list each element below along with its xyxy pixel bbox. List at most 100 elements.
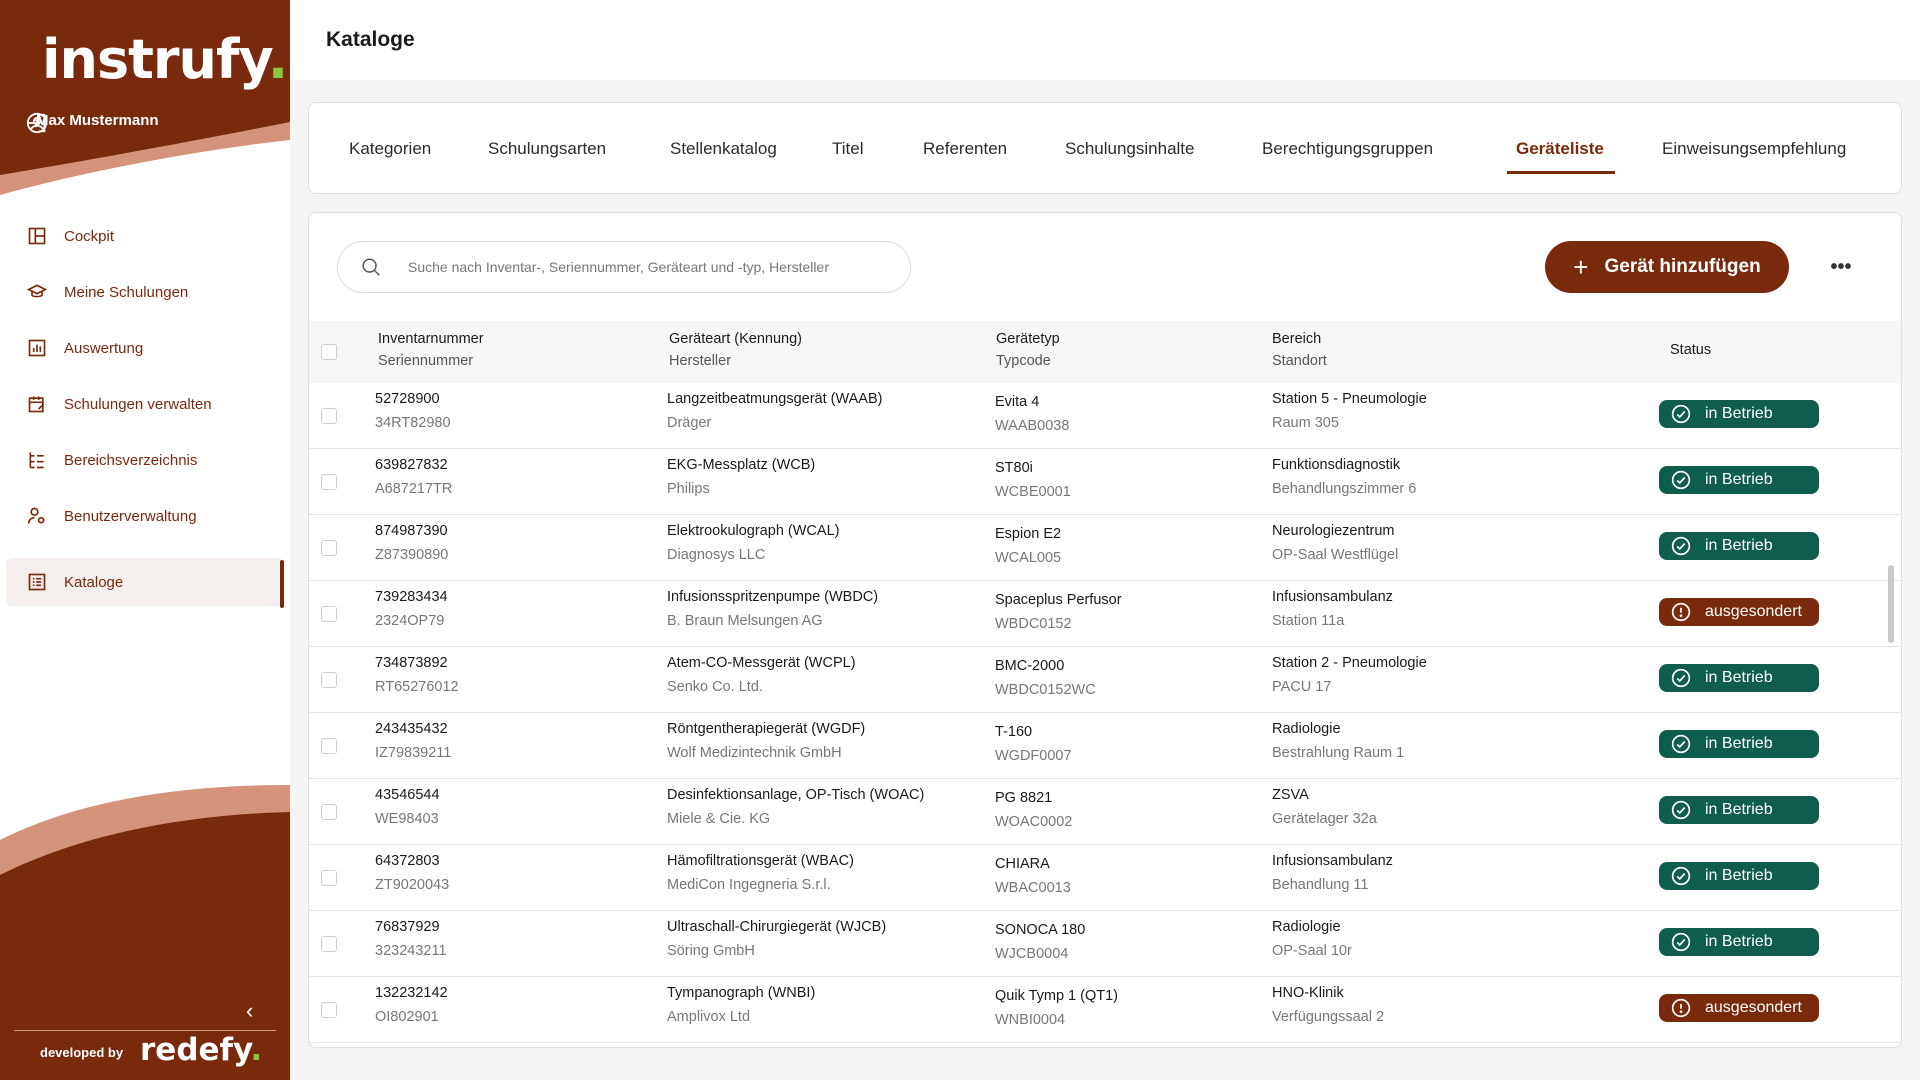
location: PACU 17 xyxy=(1272,679,1332,695)
table-row[interactable]: 739283434 2324OP79 Infusionsspritzenpumpe … xyxy=(309,581,1901,647)
sidebar-item-meine-schulungen[interactable]: Meine Schulungen xyxy=(6,268,284,316)
manufacturer: Diagnosys LLC xyxy=(667,547,766,563)
row-checkbox[interactable] xyxy=(321,408,337,424)
tab-referenten[interactable]: Referenten xyxy=(923,139,1007,159)
manufacturer: B. Braun Melsungen AG xyxy=(667,613,823,629)
table-row[interactable]: 64372803 ZT9020043 Hämofiltrationsgerät (W… xyxy=(309,845,1901,911)
alert-circle-icon xyxy=(1671,602,1691,622)
header-bereich[interactable]: Bereich Standort xyxy=(1272,331,1327,369)
status-badge[interactable]: in Betrieb xyxy=(1659,730,1819,758)
sidebar-item-benutzerverwaltung[interactable]: Benutzerverwaltung xyxy=(6,492,284,540)
check-circle-icon xyxy=(1671,800,1691,820)
status-badge[interactable]: in Betrieb xyxy=(1659,532,1819,560)
status-badge[interactable]: in Betrieb xyxy=(1659,796,1819,824)
table-row[interactable]: 52728900 34RT82980 Langzeitbeatmungsgerät … xyxy=(309,383,1901,449)
area: Radiologie xyxy=(1272,721,1341,737)
instrufy-logo[interactable]: instrufy. xyxy=(42,28,288,91)
check-circle-icon xyxy=(1671,404,1691,424)
row-checkbox[interactable] xyxy=(321,738,337,754)
more-options-icon[interactable]: ••• xyxy=(1825,251,1857,283)
status-label: in Betrieb xyxy=(1705,669,1773,686)
select-all-checkbox[interactable] xyxy=(321,344,337,360)
cell-geraetetyp: Evita 4 WAAB0038 xyxy=(995,394,1069,434)
status-badge[interactable]: ausgesondert xyxy=(1659,994,1819,1022)
table-row[interactable]: 874987390 Z87390890 Elektrookulograph (WCA… xyxy=(309,515,1901,581)
tab-titel[interactable]: Titel xyxy=(832,139,864,159)
row-checkbox[interactable] xyxy=(321,606,337,622)
sidebar-item-cockpit[interactable]: Cockpit xyxy=(6,212,284,260)
developed-by-label: developed by xyxy=(40,1045,124,1060)
row-checkbox[interactable] xyxy=(321,1002,337,1018)
table-row[interactable]: 43546544 WE98403 Desinfektionsanlage, OP-T… xyxy=(309,779,1901,845)
tab-berechtigungsgruppen[interactable]: Berechtigungsgruppen xyxy=(1262,139,1433,159)
table-row[interactable]: 243435432 IZ79839211 Röntgentherapiegerät … xyxy=(309,713,1901,779)
cell-geraeteart: Infusionsspritzenpumpe (WBDC) B. Braun Me… xyxy=(667,589,878,629)
sidebar-item-label: Schulungen verwalten xyxy=(64,395,212,413)
footer-divider xyxy=(14,1030,276,1031)
sidebar-item-label: Cockpit xyxy=(64,227,115,245)
status-badge[interactable]: in Betrieb xyxy=(1659,664,1819,692)
status-label: in Betrieb xyxy=(1705,537,1773,554)
table-row[interactable]: 132232142 OI802901 Tympanograph (WNBI) Ampl… xyxy=(309,977,1901,1043)
table-row[interactable]: 734873892 RT65276012 Atem-CO-Messgerät (WC… xyxy=(309,647,1901,713)
header-geraetetyp[interactable]: Gerätetyp Typcode xyxy=(996,331,1060,369)
cell-geraeteart: Desinfektionsanlage, OP-Tisch (WOAC) Miel… xyxy=(667,787,924,827)
inventory-number: 52728900 xyxy=(375,391,440,407)
status-badge[interactable]: in Betrieb xyxy=(1659,862,1819,890)
header-sublabel: Standort xyxy=(1272,353,1327,369)
device-model: Espion E2 xyxy=(995,526,1062,542)
location: Behandlungszimmer 6 xyxy=(1272,481,1417,497)
cell-inventarnummer: 734873892 RT65276012 xyxy=(375,655,459,695)
collapse-sidebar-icon[interactable]: ‹ xyxy=(246,998,264,1023)
header-status[interactable]: Status xyxy=(1670,342,1711,358)
location: OP-Saal 10r xyxy=(1272,943,1352,959)
table-row[interactable]: 76837929 323243211 Ultraschall-Chirurgiege… xyxy=(309,911,1901,977)
cell-geraetetyp: T-160 WGDF0007 xyxy=(995,724,1072,764)
cell-geraeteart: Elektrookulograph (WCAL) Diagnosys LLC xyxy=(667,523,839,563)
row-checkbox[interactable] xyxy=(321,936,337,952)
sidebar-header: instrufy. Max Mustermann xyxy=(0,0,290,200)
sidebar-item-label: Auswertung xyxy=(64,339,144,357)
search-box[interactable] xyxy=(337,241,911,293)
device-model: T-160 xyxy=(995,724,1033,740)
row-checkbox[interactable] xyxy=(321,804,337,820)
inventory-number: 243435432 xyxy=(375,721,448,737)
search-input[interactable] xyxy=(408,259,908,275)
manufacturer: Philips xyxy=(667,481,710,497)
sidebar-item-schulungen-verwalten[interactable]: Schulungen verwalten xyxy=(6,380,284,428)
scrollbar-thumb[interactable] xyxy=(1888,565,1894,643)
tab-schulungsinhalte[interactable]: Schulungsinhalte xyxy=(1065,139,1194,159)
header-geraeteart[interactable]: Geräteart (Kennung) Hersteller xyxy=(669,331,802,369)
tab-einweisungsempfehlung[interactable]: Einweisungsempfehlung xyxy=(1662,139,1846,159)
row-checkbox[interactable] xyxy=(321,870,337,886)
cell-geraetetyp: Spaceplus Perfusor WBDC0152 xyxy=(995,592,1122,632)
logout-icon[interactable] xyxy=(26,112,48,134)
cell-inventarnummer: 52728900 34RT82980 xyxy=(375,391,451,431)
sidebar-item-bereichsverzeichnis[interactable]: Bereichsverzeichnis xyxy=(6,436,284,484)
cell-inventarnummer: 243435432 IZ79839211 xyxy=(375,721,451,761)
status-badge[interactable]: in Betrieb xyxy=(1659,466,1819,494)
table-row[interactable]: 639827832 A687217TR EKG-Messplatz (WCB) Phi… xyxy=(309,449,1901,515)
serial-number: OI802901 xyxy=(375,1009,439,1025)
active-tab-indicator xyxy=(1507,171,1615,174)
header-inventarnummer[interactable]: Inventarnummer Seriennummer xyxy=(378,331,484,369)
sidebar-item-kataloge[interactable]: Kataloge xyxy=(6,558,284,608)
status-badge[interactable]: in Betrieb xyxy=(1659,928,1819,956)
add-device-button[interactable]: + Gerät hinzufügen xyxy=(1545,241,1789,293)
redefy-logo[interactable]: redefy. xyxy=(140,1032,262,1068)
tab-stellenkatalog[interactable]: Stellenkatalog xyxy=(670,139,777,159)
row-checkbox[interactable] xyxy=(321,540,337,556)
tab-schulungsarten[interactable]: Schulungsarten xyxy=(488,139,606,159)
area: Infusionsambulanz xyxy=(1272,589,1393,605)
tab-geraeteliste[interactable]: Geräteliste xyxy=(1516,139,1604,159)
row-checkbox[interactable] xyxy=(321,474,337,490)
cell-bereich: Infusionsambulanz Station 11a xyxy=(1272,589,1393,629)
cell-inventarnummer: 43546544 WE98403 xyxy=(375,787,440,827)
status-badge[interactable]: in Betrieb xyxy=(1659,400,1819,428)
row-checkbox[interactable] xyxy=(321,672,337,688)
tab-kategorien[interactable]: Kategorien xyxy=(349,139,431,159)
status-badge[interactable]: ausgesondert xyxy=(1659,598,1819,626)
sidebar-item-auswertung[interactable]: Auswertung xyxy=(6,324,284,372)
device-model: SONOCA 180 xyxy=(995,922,1086,938)
inventory-number: 76837929 xyxy=(375,919,440,935)
